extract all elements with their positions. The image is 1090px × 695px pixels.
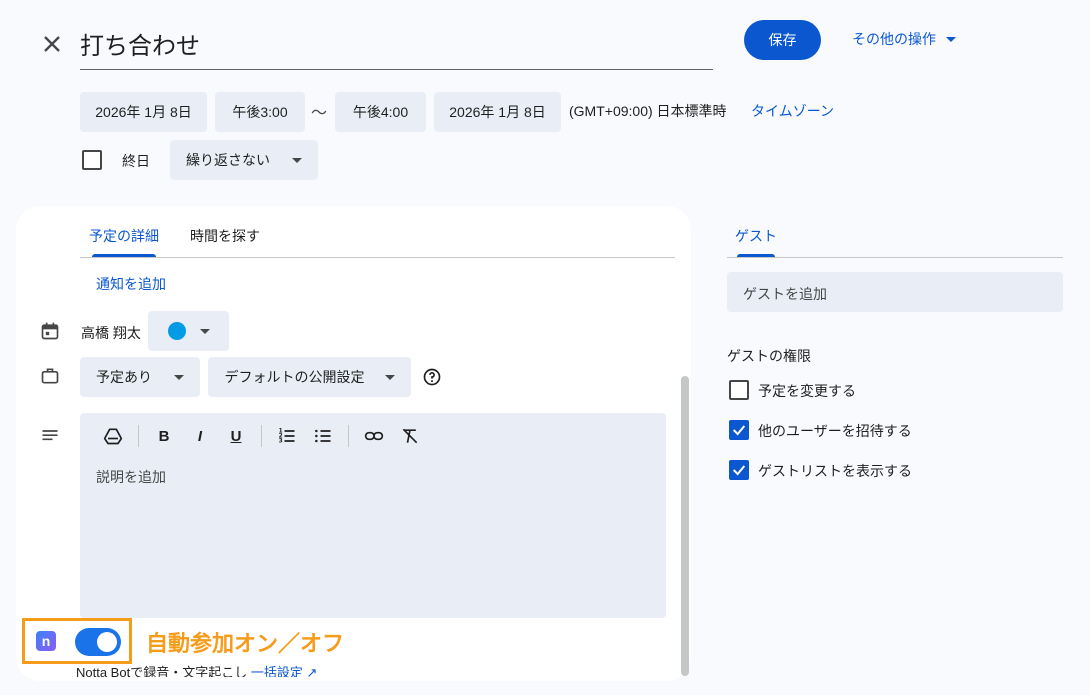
notta-logo-icon: n (36, 631, 56, 651)
more-actions-label: その他の操作 (852, 31, 936, 47)
permission-see-guest-list-checkbox[interactable] (729, 460, 749, 480)
toolbar-divider (138, 425, 139, 447)
svg-text:3: 3 (279, 439, 283, 445)
toolbar-divider (261, 425, 262, 447)
chevron-down-icon (946, 36, 956, 42)
event-color-swatch (167, 322, 186, 340)
notes-icon (40, 426, 60, 446)
numbered-list-icon[interactable]: 123 (276, 425, 298, 447)
checkmark-icon (732, 465, 746, 476)
bulk-settings-label: 一括設定 (250, 665, 303, 677)
tabs-divider (80, 257, 675, 258)
close-icon (44, 36, 60, 52)
chevron-down-icon (199, 328, 210, 334)
event-title-text: 打ち合わせ (80, 33, 200, 60)
visibility-value: デフォルトの公開設定 (224, 369, 365, 385)
bold-icon[interactable]: B (153, 425, 175, 447)
add-notification-link[interactable]: 通知を追加 (96, 274, 166, 294)
notta-description: Notta Botで録音・文字起こし 一括設定 ↗ (76, 662, 317, 677)
bulk-settings-link[interactable]: 一括設定 ↗ (251, 665, 318, 677)
event-title-input[interactable]: 打ち合わせ (80, 18, 713, 70)
add-guest-placeholder: ゲストを追加 (743, 286, 827, 302)
external-link-icon: ↗ (306, 665, 318, 677)
timezone-link[interactable]: タイムゾーン (751, 101, 834, 121)
toolbar-divider (348, 425, 349, 447)
clear-formatting-icon[interactable] (399, 425, 421, 447)
repeat-select[interactable]: 繰り返さない (170, 140, 318, 180)
all-day-checkbox[interactable] (82, 150, 102, 170)
drive-attach-icon[interactable] (102, 425, 124, 447)
close-button[interactable] (38, 30, 66, 58)
repeat-value: 繰り返さない (186, 152, 270, 168)
toggle-knob (97, 632, 117, 652)
notta-auto-join-toggle[interactable] (75, 628, 121, 656)
link-icon[interactable] (363, 425, 385, 447)
end-date-chip[interactable]: 2026年 1月 8日 (434, 92, 561, 132)
scrollbar[interactable] (681, 376, 689, 676)
availability-value: 予定あり (96, 369, 152, 385)
time-range-separator: 〜 (311, 105, 328, 122)
chevron-down-icon (384, 374, 395, 380)
calendar-icon (40, 321, 60, 341)
editor-toolbar: B I U 123 (102, 425, 421, 447)
bulleted-list-icon[interactable] (312, 425, 334, 447)
event-color-picker[interactable] (148, 311, 229, 351)
permission-modify-event-label: 予定を変更する (758, 383, 856, 399)
annotation-label: 自動参加オン／オフ (146, 631, 345, 656)
save-button[interactable]: 保存 (744, 20, 821, 60)
italic-icon[interactable]: I (189, 425, 211, 447)
tab-guests[interactable]: ゲスト (735, 226, 777, 246)
help-icon[interactable] (422, 367, 442, 387)
description-placeholder: 説明を追加 (96, 469, 166, 485)
calendar-owner-name: 高橋 翔太 (81, 325, 141, 341)
timezone-text: (GMT+09:00) 日本標準時 (569, 103, 727, 119)
underline-icon[interactable]: U (225, 425, 247, 447)
chevron-down-icon (292, 157, 302, 163)
end-time-chip[interactable]: 午後4:00 (335, 92, 426, 132)
permission-invite-others-label: 他のユーザーを招待する (758, 423, 912, 439)
tab-find-time[interactable]: 時間を探す (190, 226, 260, 246)
permission-invite-others-checkbox[interactable] (729, 420, 749, 440)
more-actions-button[interactable]: その他の操作 (852, 28, 956, 50)
tab-event-details[interactable]: 予定の詳細 (89, 226, 159, 246)
guest-tabs-divider (727, 257, 1063, 258)
add-guest-input[interactable]: ゲストを追加 (727, 272, 1063, 312)
notta-description-text: Notta Botで録音・文字起こし (76, 665, 248, 677)
permission-modify-event-checkbox[interactable] (729, 380, 749, 400)
visibility-select[interactable]: デフォルトの公開設定 (208, 357, 411, 397)
chevron-down-icon (174, 374, 184, 380)
briefcase-icon (40, 366, 60, 386)
guest-permissions-heading: ゲストの権限 (727, 348, 811, 364)
permission-see-guest-list-label: ゲストリストを表示する (758, 463, 912, 479)
start-date-chip[interactable]: 2026年 1月 8日 (80, 92, 207, 132)
availability-select[interactable]: 予定あり (80, 357, 200, 397)
checkmark-icon (732, 425, 746, 436)
all-day-label: 終日 (122, 153, 150, 169)
start-time-chip[interactable]: 午後3:00 (215, 92, 305, 132)
